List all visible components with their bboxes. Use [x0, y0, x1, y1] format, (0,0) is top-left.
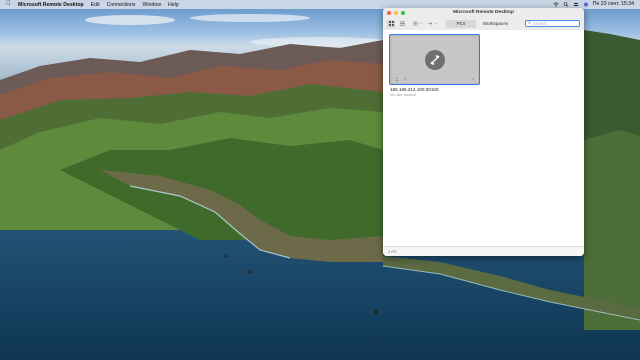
- window-toolbar: PCs Workspaces: [383, 17, 584, 31]
- menu-window[interactable]: Window: [143, 2, 161, 8]
- chevron-down-icon: [419, 22, 422, 25]
- menu-edit[interactable]: Edit: [91, 2, 100, 8]
- chevron-down-icon: [433, 22, 437, 25]
- pc-name: 185.196.214.100:30100: [390, 87, 439, 92]
- window-title: Microsoft Remote Desktop: [453, 10, 514, 15]
- view-segmented-control: PCs Workspaces: [446, 19, 512, 28]
- menu-help[interactable]: Help: [168, 2, 179, 8]
- remote-desktop-logo-icon: [424, 49, 445, 70]
- apple-icon[interactable]: : [6, 0, 12, 9]
- search-field[interactable]: [525, 19, 580, 27]
- tab-pcs[interactable]: PCs: [446, 19, 476, 28]
- connection-actions-button[interactable]: [427, 20, 437, 28]
- grid-icon: [388, 21, 394, 26]
- status-bar: 1 PC: [383, 246, 584, 256]
- pc-count: 1 PC: [388, 249, 397, 254]
- gear-icon[interactable]: [402, 76, 407, 81]
- wifi-icon[interactable]: [553, 2, 559, 7]
- siri-icon[interactable]: [583, 2, 589, 7]
- remote-desktop-window: Microsoft Remote Desktop PCs Workspaces …: [383, 8, 584, 256]
- list-view-button[interactable]: [398, 20, 406, 28]
- menubar-clock[interactable]: Пн 23 сент. 15:34: [593, 0, 634, 9]
- plus-circle-icon: [413, 21, 418, 26]
- pc-thumbnail[interactable]: [391, 36, 478, 83]
- tab-workspaces[interactable]: Workspaces: [479, 20, 512, 28]
- pc-list: 185.196.214.100:30100 No user account: [383, 30, 584, 246]
- pc-user-account: No user account: [390, 93, 417, 97]
- menu-connections[interactable]: Connections: [107, 2, 136, 8]
- edit-icon[interactable]: [471, 77, 475, 81]
- window-titlebar[interactable]: Microsoft Remote Desktop: [383, 8, 584, 17]
- search-spotlight-icon[interactable]: [563, 2, 569, 7]
- control-center-icon[interactable]: [573, 2, 579, 7]
- arrow-right-icon: [428, 22, 432, 25]
- menu-app-name[interactable]: Microsoft Remote Desktop: [18, 2, 84, 8]
- grid-view-button[interactable]: [387, 19, 395, 28]
- user-icon[interactable]: [394, 76, 399, 81]
- search-input[interactable]: [531, 20, 577, 26]
- list-icon: [399, 21, 405, 26]
- add-button[interactable]: [411, 20, 424, 28]
- pc-tile[interactable]: [389, 34, 480, 85]
